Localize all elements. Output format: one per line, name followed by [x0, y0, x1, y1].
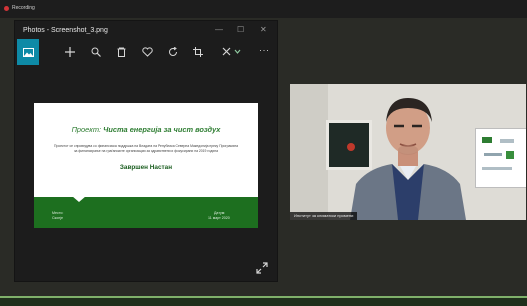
- image-icon: [22, 47, 34, 57]
- image-view-button[interactable]: [17, 39, 39, 65]
- wall-board: [475, 128, 526, 188]
- maximize-button[interactable]: ☐: [237, 25, 244, 35]
- slide-image: Проект: Чиста енергија за чист воздух Пр…: [34, 103, 258, 228]
- slide-place-value: Скопје: [52, 216, 63, 220]
- add-button[interactable]: [59, 39, 81, 65]
- photos-window: Photos - Screenshot_3.png — ☐ ✕ ··· Прое…: [14, 20, 278, 282]
- slide-funding-note: Проектот се спроведува со финансиска под…: [54, 144, 238, 153]
- participant-video: Институт за климатски промени: [290, 84, 526, 220]
- photos-titlebar: Photos - Screenshot_3.png — ☐ ✕: [15, 21, 277, 39]
- crop-button[interactable]: [187, 39, 209, 65]
- crop-icon: [193, 47, 203, 57]
- more-options-icon[interactable]: ···: [259, 45, 270, 55]
- add-icon: [65, 47, 75, 57]
- expand-icon: [256, 262, 268, 274]
- video-wall-shadow: [290, 84, 328, 220]
- slide-title: Проект: Чиста енергија за чист воздух: [34, 125, 258, 134]
- delete-button[interactable]: [110, 39, 132, 65]
- zoom-button[interactable]: [85, 39, 107, 65]
- close-button[interactable]: ✕: [260, 25, 267, 35]
- rotate-icon: [169, 47, 177, 56]
- window-title: Photos - Screenshot_3.png: [23, 27, 108, 34]
- minimize-button[interactable]: —: [215, 25, 223, 35]
- favorite-icon: [141, 47, 153, 57]
- rotate-button[interactable]: [162, 39, 184, 65]
- slide-footer: Место: Скопје Датум: 11 март 2020: [34, 196, 258, 228]
- slide-event-title: Завршен Настан: [119, 164, 173, 171]
- slide-date-value: 11 март 2020: [208, 216, 230, 220]
- slide-title-prefix: Проект:: [71, 125, 102, 134]
- slide-title-main: Чиста енергија за чист воздух: [103, 125, 221, 134]
- favorite-button[interactable]: [136, 39, 158, 65]
- delete-icon: [117, 47, 125, 57]
- slide-notch: [72, 196, 86, 202]
- participant-person: [350, 98, 466, 220]
- participant-name-tag: Институт за климатски промени: [290, 212, 358, 220]
- expand-button[interactable]: [255, 261, 269, 275]
- zoom-icon: [91, 47, 101, 57]
- bottom-strip: [0, 296, 527, 306]
- edit-icon: [222, 47, 241, 56]
- photos-toolbar: ···: [15, 39, 277, 65]
- edit-button[interactable]: [219, 39, 245, 65]
- meeting-top-bar: Recording: [0, 0, 527, 18]
- recording-icon: [4, 6, 9, 11]
- recording-label: Recording: [12, 5, 35, 11]
